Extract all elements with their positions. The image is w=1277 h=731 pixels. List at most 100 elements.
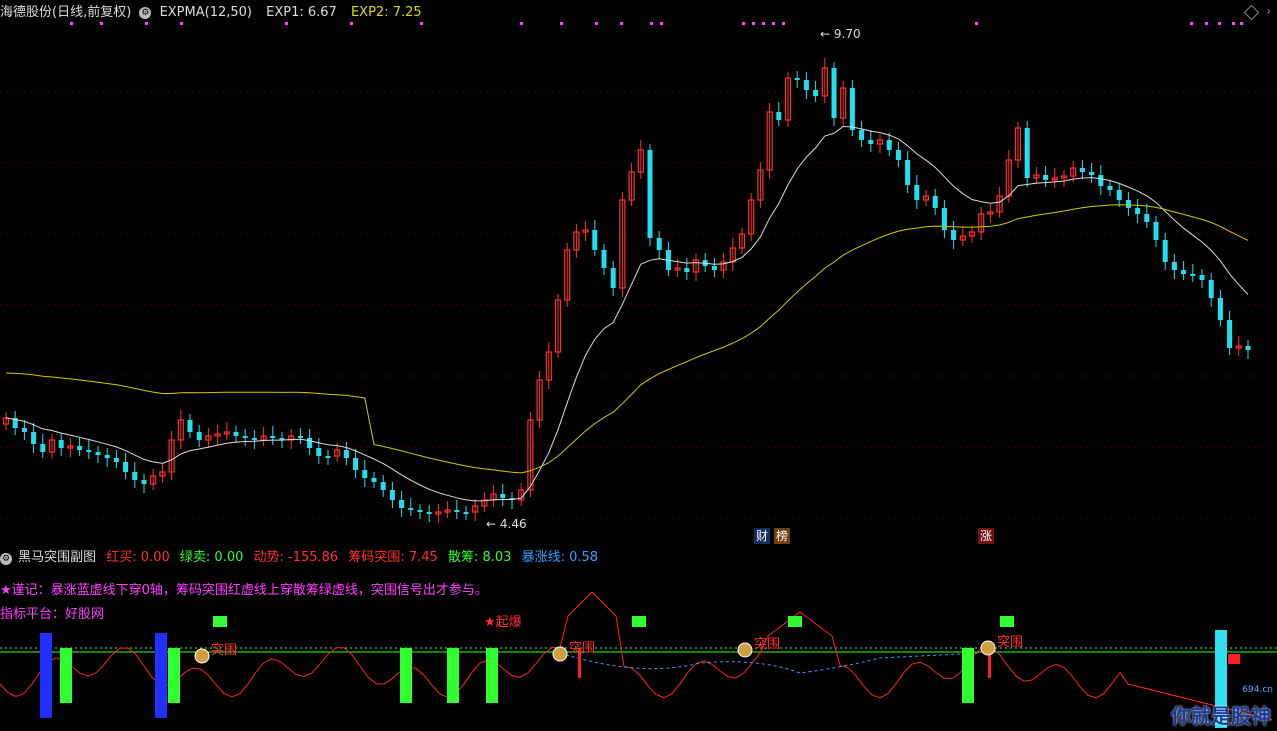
candle-body: [316, 448, 322, 456]
candle-body: [1190, 274, 1196, 276]
candle-body: [914, 185, 920, 200]
candle-body: [1199, 275, 1205, 280]
candle-body: [371, 478, 377, 482]
signal-bar: [400, 648, 412, 703]
candle-body: [868, 140, 874, 144]
candle-body: [592, 230, 598, 250]
candle-body: [104, 455, 110, 458]
sub-item-2: 动势: -155.86: [253, 550, 339, 565]
candle-body: [187, 420, 193, 432]
signal-block: [632, 616, 646, 627]
sub-item-1: 绿卖: 0.00: [179, 550, 244, 565]
candle-body: [1107, 186, 1113, 190]
signal-block: [1000, 616, 1014, 627]
candle-body: [684, 268, 690, 272]
exp2-line: [5, 204, 1249, 474]
signal-bar: [486, 648, 498, 703]
candle-body: [426, 512, 432, 514]
tag-bang[interactable]: 榜: [774, 528, 791, 544]
exp1-value: EXP1: 6.67: [266, 5, 337, 20]
candle-body: [1171, 262, 1177, 270]
sub-item-3: 筹码突围: 7.45: [348, 550, 438, 565]
candle-body: [1208, 280, 1214, 298]
candle-body: [196, 432, 202, 440]
candle-body: [399, 500, 405, 508]
signal-tuwei-label: 突围: [211, 642, 237, 658]
sub-item-4: 散筹: 8.03: [447, 550, 512, 565]
candle-body: [1227, 320, 1233, 348]
candle-body: [1153, 222, 1159, 240]
candle-body: [325, 456, 331, 458]
sub-item-5: 暴涨线: 0.58: [521, 550, 599, 565]
low-price-label: ← 4.46: [486, 517, 527, 531]
momentum-line: [0, 591, 1273, 721]
candle-body: [1116, 190, 1122, 200]
candle-body: [21, 428, 27, 432]
money-bag-icon: [194, 648, 210, 664]
chevron-right-icon[interactable]: ›: [1266, 4, 1271, 18]
signal-bar: [40, 633, 52, 718]
candle-body: [297, 436, 303, 438]
candle-body: [389, 490, 395, 500]
indicator-name[interactable]: EXPMA(12,50): [160, 0, 252, 26]
signal-tuwei-label: 突围: [754, 636, 780, 652]
candle-body: [408, 508, 414, 510]
candle-body: [417, 510, 423, 512]
candle-body: [656, 238, 662, 250]
money-bag-icon: [737, 642, 753, 658]
candle-body: [463, 512, 469, 514]
candle-body: [343, 450, 349, 458]
high-price-label: ← 9.70: [820, 27, 861, 41]
candle-body: [31, 432, 37, 444]
chart-header: 海德股份(日线,前复权) ⚙ EXPMA(12,50) EXP1: 6.67 E…: [0, 0, 1277, 26]
candle-body: [141, 480, 147, 484]
sub-indicator-name[interactable]: 黑马突围副图: [18, 548, 96, 568]
candle-body: [40, 444, 46, 452]
signal-bar: [962, 648, 974, 703]
candle-body: [905, 160, 911, 185]
candle-body: [1217, 298, 1223, 320]
red-block: [1228, 654, 1240, 664]
gear-icon[interactable]: ⚙: [0, 553, 12, 565]
tag-zhang[interactable]: 涨: [978, 528, 995, 544]
candle-body: [95, 452, 101, 455]
candle-body: [849, 88, 855, 130]
candle-body: [380, 482, 386, 490]
candle-body: [77, 446, 83, 450]
candle-body: [895, 150, 901, 160]
watermark-site: 694.cn: [1242, 685, 1273, 695]
candle-body: [58, 440, 64, 448]
candle-body: [113, 458, 119, 462]
candle-body: [886, 140, 892, 150]
candle-body: [1125, 200, 1131, 208]
candle-body: [86, 450, 92, 452]
gear-icon[interactable]: ⚙: [139, 7, 152, 19]
candle-body: [1181, 270, 1187, 274]
candle-body: [1079, 168, 1085, 172]
candle-body: [1135, 208, 1141, 214]
candle-body: [813, 90, 819, 96]
candle-body: [1144, 214, 1150, 222]
watermark-logo: 你就是股神: [1171, 704, 1271, 728]
money-bag-icon: [552, 646, 568, 662]
signal-qibao: ★起爆: [484, 615, 522, 630]
signal-tuwei-label: 突围: [569, 640, 595, 656]
signal-block: [213, 616, 227, 627]
stock-title[interactable]: 海德股份(日线,前复权): [0, 0, 131, 26]
candle-body: [794, 78, 800, 80]
candle-body: [610, 268, 616, 288]
candle-body: [951, 230, 957, 240]
candle-body: [1089, 172, 1095, 175]
candle-body: [307, 438, 313, 448]
signal-bar: [155, 633, 167, 718]
tag-cai[interactable]: 财: [754, 528, 771, 544]
signal-bar: [60, 648, 72, 703]
candle-body: [123, 462, 129, 472]
signal-bar: [168, 648, 180, 703]
candle-body: [711, 266, 717, 270]
candlestick-chart[interactable]: ← 9.70 ← 4.46: [0, 0, 1277, 545]
candle-body: [362, 470, 368, 478]
candle-body: [251, 438, 257, 440]
candle-body: [776, 112, 782, 120]
candle-body: [831, 68, 837, 118]
